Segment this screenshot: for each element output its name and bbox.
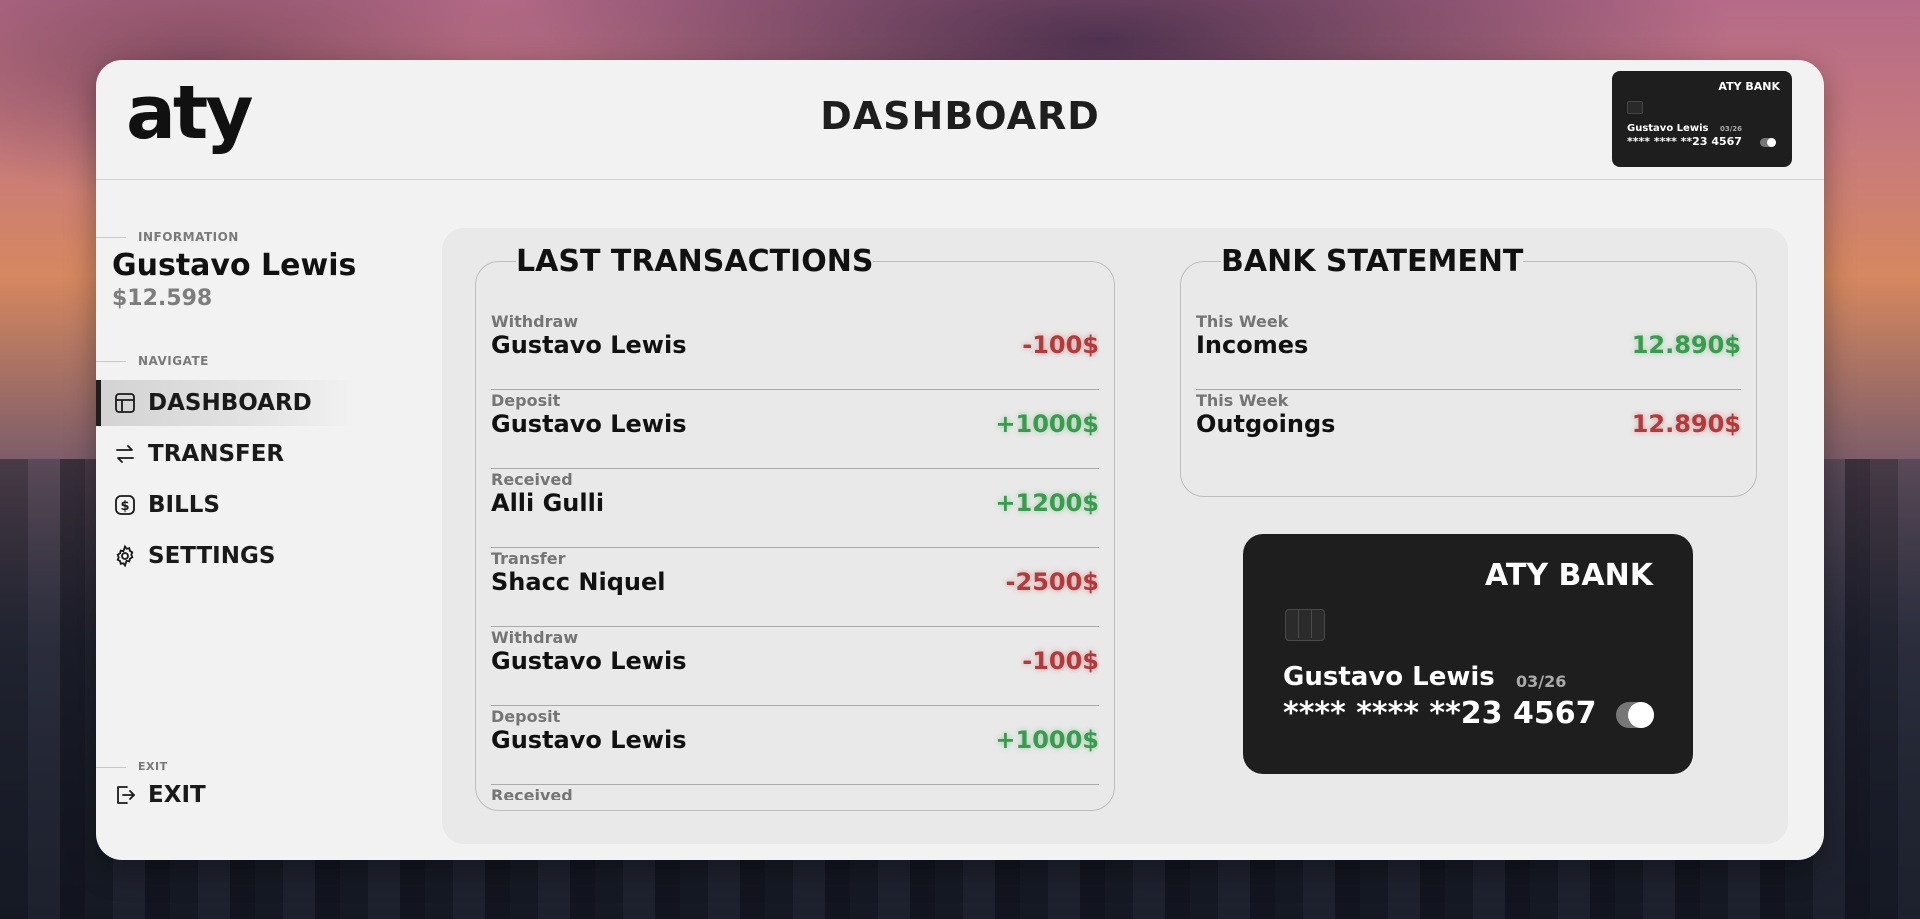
statement-row: This Week Outgoings 12.890$ [1196, 391, 1741, 468]
transaction-row: Transfer Shacc Niquel -2500$ [491, 549, 1099, 627]
nav-settings[interactable]: SETTINGS [96, 533, 356, 579]
statement-box: BANK STATEMENT This Week Incomes 12.890$… [1180, 244, 1757, 497]
card-expiry: 03/26 [1516, 672, 1567, 691]
statement-name: Incomes [1196, 331, 1309, 359]
dollar-icon: $ [112, 492, 138, 518]
layout-icon [112, 390, 138, 416]
transaction-type: Withdraw [491, 312, 579, 331]
bank-card: ATY BANK Gustavo Lewis 03/26 **** **** *… [1243, 534, 1693, 774]
transaction-row: Withdraw Gustavo Lewis -100$ [491, 628, 1099, 706]
transaction-row: Received Alli Gulli +1200$ [491, 470, 1099, 548]
transaction-name: Gustavo Lewis [491, 726, 687, 754]
transactions-list[interactable]: Withdraw Gustavo Lewis -100$ Deposit Gus… [491, 312, 1099, 800]
transaction-amount: -100$ [1022, 647, 1099, 675]
transaction-amount: +1000$ [995, 410, 1099, 438]
svg-text:$: $ [120, 499, 129, 514]
chip-icon [1627, 101, 1643, 114]
transaction-type: Withdraw [491, 628, 579, 647]
arrows-swap-icon [112, 441, 138, 467]
transaction-name: Gustavo Lewis [491, 647, 687, 675]
app-window: aty DASHBOARD ATY BANK Gustavo Lewis 03/… [96, 60, 1824, 860]
logout-icon [112, 782, 138, 808]
user-balance: $12.598 [112, 286, 213, 311]
card-bank-name: ATY BANK [1485, 558, 1653, 593]
gear-icon [112, 543, 138, 569]
card-number: **** **** **23 4567 [1283, 696, 1597, 731]
user-name: Gustavo Lewis [112, 248, 357, 283]
mini-bank-card: ATY BANK Gustavo Lewis 03/26 **** **** *… [1612, 71, 1792, 167]
mini-card-bank-name: ATY BANK [1718, 80, 1780, 93]
statement-period: This Week [1196, 391, 1289, 410]
nav-exit-label: EXIT [148, 782, 206, 808]
mini-card-toggle[interactable] [1760, 138, 1776, 147]
nav-transfer[interactable]: TRANSFER [96, 431, 356, 477]
nav-settings-label: SETTINGS [148, 543, 276, 569]
nav-dashboard[interactable]: DASHBOARD [96, 380, 356, 426]
nav-bills[interactable]: $ BILLS [96, 482, 356, 528]
information-label: INFORMATION [96, 230, 239, 244]
card-holder: Gustavo Lewis [1283, 662, 1495, 692]
statement-row: This Week Incomes 12.890$ [1196, 312, 1741, 390]
header: aty DASHBOARD ATY BANK Gustavo Lewis 03/… [96, 60, 1824, 180]
statement-amount: 12.890$ [1631, 331, 1741, 359]
statement-period: This Week [1196, 312, 1289, 331]
transaction-row: Deposit Gustavo Lewis +1000$ [491, 707, 1099, 785]
chip-icon [1285, 609, 1325, 641]
transaction-type: Transfer [491, 549, 566, 568]
transaction-row: Deposit Gustavo Lewis +1000$ [491, 391, 1099, 469]
transaction-amount: +1000$ [995, 726, 1099, 754]
transactions-box: LAST TRANSACTIONS Withdraw Gustavo Lewis… [475, 244, 1115, 811]
transaction-type: Deposit [491, 391, 561, 410]
statement-title: BANK STATEMENT [1221, 244, 1524, 279]
transaction-name: Shacc Niquel [491, 568, 666, 596]
statement-list: This Week Incomes 12.890$ This Week Outg… [1196, 312, 1741, 486]
transaction-type: Deposit [491, 707, 561, 726]
statement-name: Outgoings [1196, 410, 1336, 438]
card-toggle[interactable] [1616, 702, 1654, 728]
nav-bills-label: BILLS [148, 492, 220, 518]
transaction-amount: -2500$ [1005, 568, 1099, 596]
mini-card-number: **** **** **23 4567 [1627, 135, 1742, 148]
transaction-amount: +1200$ [995, 489, 1099, 517]
page-title: DASHBOARD [820, 94, 1100, 138]
statement-amount: 12.890$ [1631, 410, 1741, 438]
transaction-type: Received [491, 470, 573, 489]
nav-exit[interactable]: EXIT [96, 772, 356, 818]
transaction-name: Gustavo Lewis [491, 410, 687, 438]
mini-card-holder: Gustavo Lewis [1627, 123, 1709, 134]
nav-transfer-label: TRANSFER [148, 441, 285, 467]
nav-dashboard-label: DASHBOARD [148, 390, 312, 416]
transaction-type: Received [491, 786, 573, 800]
transaction-name: Alli Gulli [491, 489, 605, 517]
transaction-amount: -100$ [1022, 331, 1099, 359]
navigate-label: NAVIGATE [96, 354, 209, 368]
transactions-title: LAST TRANSACTIONS [516, 244, 874, 279]
transaction-name: Gustavo Lewis [491, 331, 687, 359]
mini-card-expiry: 03/26 [1720, 125, 1743, 133]
transaction-row: Withdraw Gustavo Lewis -100$ [491, 312, 1099, 390]
transaction-row: Received [491, 786, 1099, 800]
